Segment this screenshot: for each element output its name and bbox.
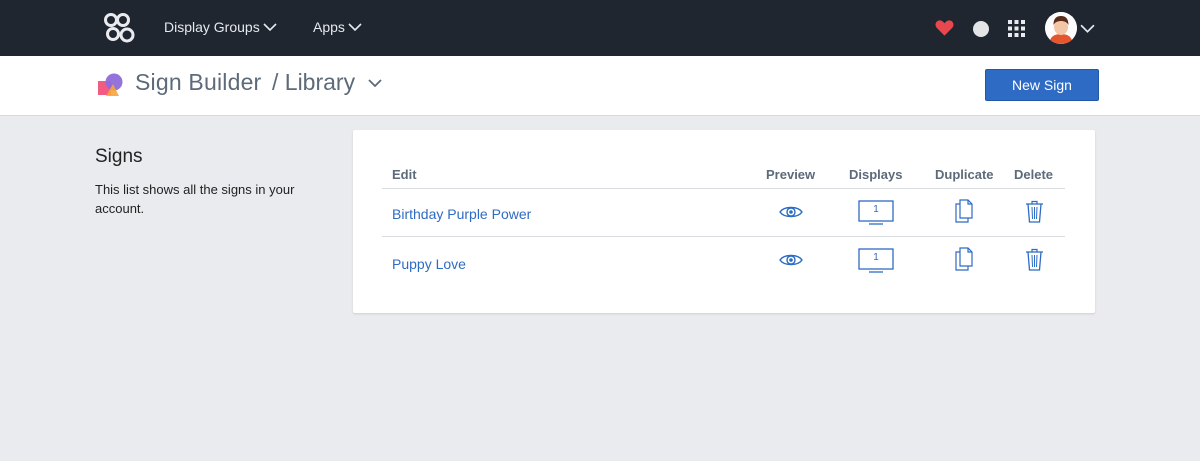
display-count: 1 [873,204,879,215]
app-title: Sign Builder [135,69,262,95]
eye-icon[interactable] [779,252,803,268]
displays-button[interactable]: 1 [858,248,894,274]
duplicate-icon[interactable] [955,247,973,271]
page-title: Signs [95,146,143,167]
status-dot-icon[interactable] [973,21,989,37]
column-header-edit: Edit [392,167,417,182]
table-row: Puppy Love 1 [382,237,1065,285]
table-row: Birthday Purple Power 1 [382,189,1065,237]
sign-builder-logo-icon [98,73,123,96]
nav-display-groups[interactable]: Display Groups [164,19,277,35]
top-navbar: Display Groups Apps [0,0,1200,56]
nav-apps-label: Apps [313,19,345,35]
logo-icon[interactable] [103,11,137,45]
sign-name-link[interactable]: Puppy Love [392,256,466,272]
app-grid-icon[interactable] [1008,20,1025,37]
new-sign-button[interactable]: New Sign [985,69,1099,101]
display-count: 1 [873,252,879,263]
sign-name-link[interactable]: Birthday Purple Power [392,206,531,222]
chevron-down-icon [348,23,362,32]
column-header-preview: Preview [766,167,816,182]
chevron-down-icon [263,23,277,32]
displays-button[interactable]: 1 [858,200,894,226]
nav-display-groups-label: Display Groups [164,19,260,35]
column-header-delete: Delete [1014,167,1054,182]
trash-icon[interactable] [1025,248,1044,271]
avatar-icon [1045,12,1077,44]
chevron-down-icon[interactable] [1080,21,1095,36]
column-header-displays: Displays [849,167,903,182]
trash-icon[interactable] [1025,200,1044,223]
breadcrumb[interactable]: / Library [272,69,355,96]
app-header: Sign Builder / Library New Sign [0,56,1200,116]
page-description: This list shows all the signs in your ac… [95,182,295,216]
heart-icon[interactable] [935,19,954,37]
eye-icon[interactable] [779,204,803,220]
column-header-duplicate: Duplicate [935,167,994,182]
signs-card: Edit Preview Displays Duplicate Delete B… [353,130,1095,313]
chevron-down-icon[interactable] [367,75,383,91]
avatar[interactable] [1045,12,1077,44]
nav-apps[interactable]: Apps [313,19,362,35]
duplicate-icon[interactable] [955,199,973,223]
